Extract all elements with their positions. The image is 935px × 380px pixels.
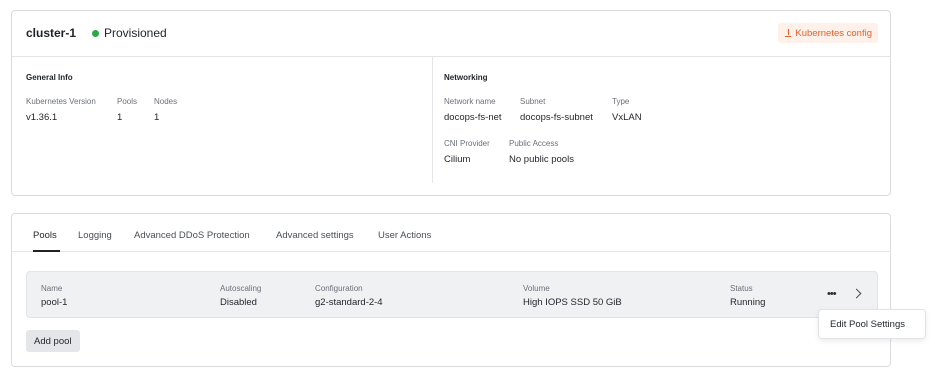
more-horizontal-icon[interactable]: ••• bbox=[827, 288, 837, 300]
subnet-value: docops-fs-subnet bbox=[520, 112, 593, 123]
cluster-header: cluster-1 Provisioned Kubernetes config bbox=[12, 11, 890, 57]
pool-name-label: Name bbox=[41, 284, 63, 293]
kubernetes-version-label: Kubernetes Version bbox=[26, 97, 96, 106]
tab-advanced-settings[interactable]: Advanced settings bbox=[276, 230, 354, 241]
autoscaling-value: Disabled bbox=[220, 297, 257, 308]
section-divider bbox=[432, 57, 433, 183]
network-type-value: VxLAN bbox=[612, 112, 642, 123]
nodes-count-label: Nodes bbox=[154, 97, 178, 106]
tab-bar: Pools Logging Advanced DDoS Protection A… bbox=[12, 214, 890, 252]
autoscaling-label: Autoscaling bbox=[220, 284, 262, 293]
cluster-card: cluster-1 Provisioned Kubernetes config … bbox=[11, 10, 891, 196]
subnet-label: Subnet bbox=[520, 97, 546, 106]
cni-provider-value: Cilium bbox=[444, 154, 471, 165]
pool-actions-menu: Edit Pool Settings bbox=[818, 309, 926, 339]
nodes-count-value: 1 bbox=[154, 112, 160, 123]
pools-count-label: Pools bbox=[117, 97, 138, 106]
active-tab-indicator bbox=[33, 250, 60, 252]
networking-title: Networking bbox=[444, 73, 488, 82]
public-access-value: No public pools bbox=[509, 154, 574, 165]
configuration-label: Configuration bbox=[315, 284, 363, 293]
configuration-value: g2-standard-2-4 bbox=[315, 297, 383, 308]
tab-advanced-ddos-protection[interactable]: Advanced DDoS Protection bbox=[134, 230, 250, 241]
status-label: Status bbox=[730, 284, 753, 293]
volume-value: High IOPS SSD 50 GiB bbox=[523, 297, 622, 308]
network-name-value: docops-fs-net bbox=[444, 112, 502, 123]
download-icon bbox=[785, 29, 792, 37]
tab-pools[interactable]: Pools bbox=[33, 230, 57, 241]
pool-row[interactable]: Name pool-1 Autoscaling Disabled Configu… bbox=[26, 271, 878, 318]
kubernetes-config-label: Kubernetes config bbox=[795, 27, 872, 39]
tab-user-actions[interactable]: User Actions bbox=[378, 230, 431, 241]
chevron-right-icon[interactable] bbox=[851, 288, 862, 299]
edit-pool-settings-menu-item[interactable]: Edit Pool Settings bbox=[830, 319, 905, 330]
network-type-label: Type bbox=[612, 97, 630, 106]
public-access-label: Public Access bbox=[509, 139, 559, 148]
cluster-status: Provisioned bbox=[104, 26, 167, 40]
network-name-label: Network name bbox=[444, 97, 496, 106]
status-value: Running bbox=[730, 297, 766, 308]
cluster-name: cluster-1 bbox=[26, 26, 77, 40]
pools-card: Pools Logging Advanced DDoS Protection A… bbox=[11, 213, 891, 367]
volume-label: Volume bbox=[523, 284, 550, 293]
add-pool-button[interactable]: Add pool bbox=[26, 330, 80, 352]
pools-count-value: 1 bbox=[117, 112, 123, 123]
cni-provider-label: CNI Provider bbox=[444, 139, 490, 148]
general-info-title: General Info bbox=[26, 73, 73, 82]
pool-name-value: pool-1 bbox=[41, 297, 68, 308]
tab-logging[interactable]: Logging bbox=[78, 230, 112, 241]
kubernetes-config-button[interactable]: Kubernetes config bbox=[778, 23, 878, 43]
kubernetes-version-value: v1.36.1 bbox=[26, 112, 58, 123]
status-dot-icon bbox=[92, 30, 99, 37]
